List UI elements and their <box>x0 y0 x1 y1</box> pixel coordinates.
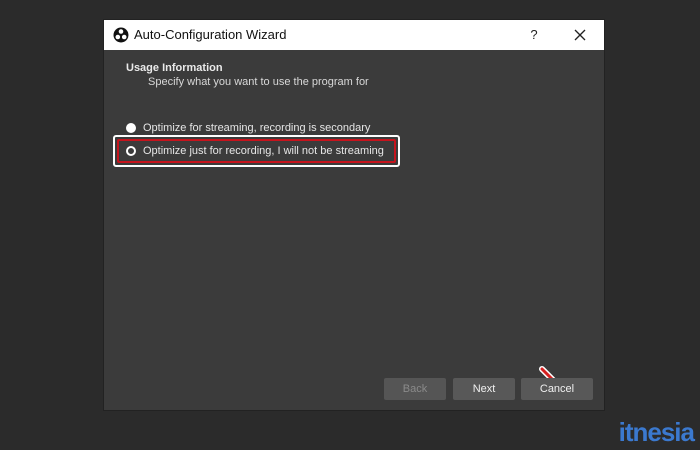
radio-unchecked-icon[interactable] <box>126 146 136 156</box>
title-bar: Auto-Configuration Wizard ? <box>104 20 604 50</box>
help-button[interactable]: ? <box>524 25 544 45</box>
close-icon[interactable] <box>570 25 590 45</box>
radio-checked-icon[interactable] <box>126 123 136 133</box>
radio-option-streaming[interactable]: Optimize for streaming, recording is sec… <box>126 120 370 136</box>
back-button[interactable]: Back <box>384 378 446 400</box>
window-title: Auto-Configuration Wizard <box>134 27 287 42</box>
next-button[interactable]: Next <box>453 378 515 400</box>
section-subtitle: Specify what you want to use the program… <box>148 76 369 88</box>
auto-config-dialog: Auto-Configuration Wizard ? Usage Inform… <box>104 20 604 410</box>
cancel-button[interactable]: Cancel <box>521 378 593 400</box>
obs-logo-icon <box>113 27 129 43</box>
radio-label-recording: Optimize just for recording, I will not … <box>143 145 384 157</box>
section-title: Usage Information <box>126 62 223 74</box>
radio-option-recording[interactable]: Optimize just for recording, I will not … <box>126 143 384 159</box>
radio-label-streaming: Optimize for streaming, recording is sec… <box>143 122 371 134</box>
watermark-logo: itnesia <box>618 417 695 447</box>
